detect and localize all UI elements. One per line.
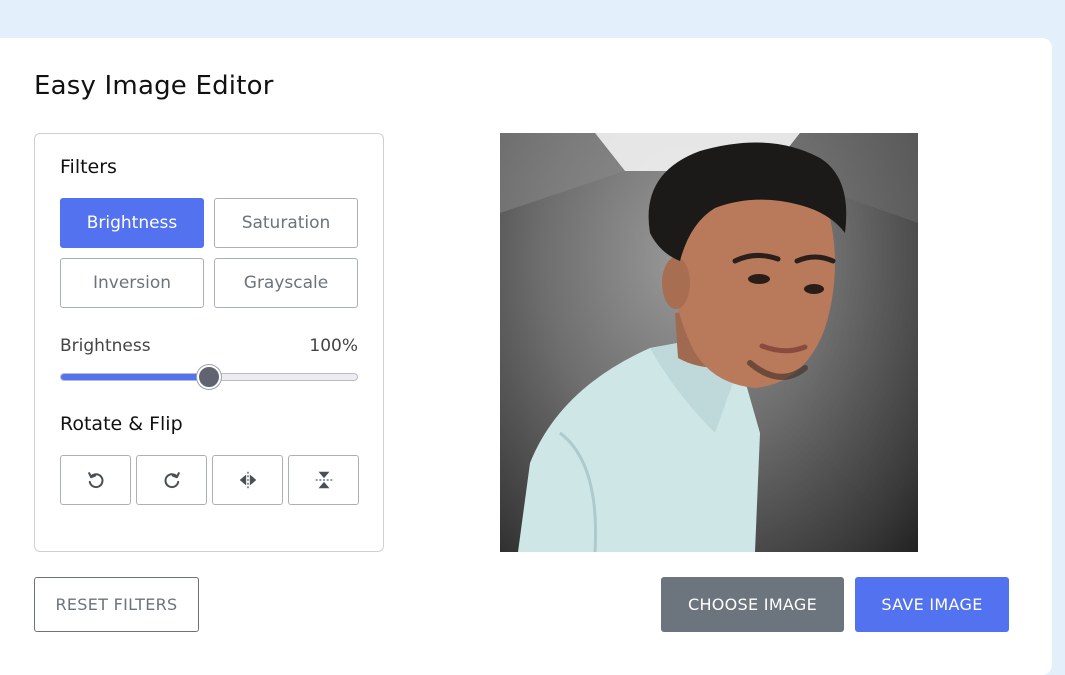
flip-vertical-icon	[315, 471, 332, 489]
save-image-button[interactable]: SAVE IMAGE	[855, 577, 1009, 632]
controls-panel: Filters Brightness Saturation Inversion …	[34, 133, 384, 552]
reset-filters-button[interactable]: RESET FILTERS	[34, 577, 199, 632]
brightness-slider-thumb[interactable]	[197, 365, 221, 389]
filter-inversion-button[interactable]: Inversion	[60, 258, 204, 308]
rotate-right-icon	[164, 472, 180, 489]
editor-card: Easy Image Editor Filters Brightness Sat…	[0, 38, 1052, 675]
filter-grayscale-button[interactable]: Grayscale	[214, 258, 358, 308]
slider-value: 100%	[309, 336, 358, 356]
filter-saturation-button[interactable]: Saturation	[214, 198, 358, 248]
portrait-photo	[500, 133, 918, 552]
image-preview	[500, 133, 918, 552]
rotate-left-button[interactable]	[60, 455, 131, 505]
rotate-right-button[interactable]	[136, 455, 207, 505]
flip-horizontal-button[interactable]	[212, 455, 283, 505]
choose-image-button[interactable]: CHOOSE IMAGE	[661, 577, 844, 632]
rotate-flip-heading: Rotate & Flip	[60, 413, 183, 435]
filter-brightness-button[interactable]: Brightness	[60, 198, 204, 248]
flip-horizontal-icon	[239, 471, 256, 489]
page-title: Easy Image Editor	[34, 71, 274, 101]
slider-label: Brightness	[60, 336, 151, 356]
filters-heading: Filters	[60, 156, 117, 178]
flip-vertical-button[interactable]	[288, 455, 359, 505]
brightness-slider-fill	[61, 374, 209, 380]
rotate-left-icon	[87, 472, 103, 489]
